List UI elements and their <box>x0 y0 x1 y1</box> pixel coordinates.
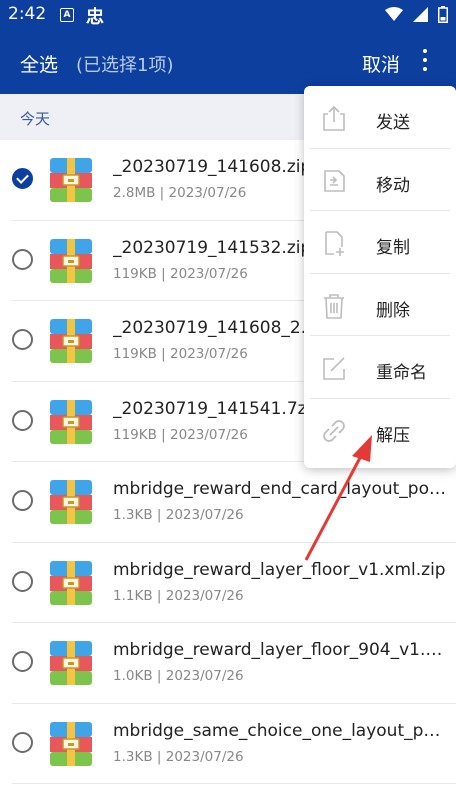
menu-item-copy[interactable]: 复制 <box>304 211 456 274</box>
file-size: 119KB <box>113 265 157 282</box>
file-row[interactable]: mbridge_same_choice_one_layout_portrait.… <box>0 704 456 784</box>
notification-a-icon: A <box>60 8 74 22</box>
checkbox[interactable] <box>12 409 33 431</box>
unzip-link-icon <box>320 417 348 445</box>
file-date: 2023/07/26 <box>170 346 248 362</box>
checkbox[interactable] <box>12 490 33 511</box>
file-date: 2023/07/26 <box>165 587 244 604</box>
file-name: mbridge_reward_layer_floor_v1.xml.zip <box>113 559 446 580</box>
notification-app-icon: 忠 <box>86 7 104 28</box>
file-date: 2023/07/26 <box>165 668 244 684</box>
section-title: 今天 <box>20 110 51 128</box>
file-row[interactable]: mbridge_reward_end_card_layout_portrait.… <box>0 462 456 543</box>
checkbox[interactable] <box>12 651 33 672</box>
signal-icon <box>413 7 428 22</box>
zip-file-icon <box>50 399 92 444</box>
status-bar: 2:42 A 忠 <box>0 0 456 30</box>
file-date: 2023/07/26 <box>165 507 244 523</box>
zip-file-icon <box>50 238 92 283</box>
file-size: 1.3KB <box>113 507 153 523</box>
file-size: 119KB <box>113 426 157 443</box>
menu-label: 解压 <box>376 425 410 446</box>
trash-icon <box>320 292 348 320</box>
more-options-icon[interactable] <box>412 44 438 80</box>
wifi-icon <box>385 7 403 21</box>
move-icon <box>320 167 348 195</box>
rename-icon <box>320 354 348 382</box>
file-size: 1.3KB <box>113 748 153 765</box>
file-meta: 1.1KB | 2023/07/26 <box>113 587 244 604</box>
file-name: mbridge_reward_layer_floor_904_v1.xml.zi… <box>113 640 446 660</box>
file-row[interactable]: mbridge_reward_layer_floor_904_v1.xml.zi… <box>0 623 456 704</box>
selection-toolbar: 全选 (已选择1项) 取消 <box>0 30 456 94</box>
file-date: 2023/07/26 <box>165 748 244 765</box>
copy-icon <box>320 229 348 257</box>
file-date: 2023/07/26 <box>170 265 248 282</box>
zip-file-icon <box>50 319 92 363</box>
file-size: 2.8MB <box>113 185 156 201</box>
cancel-button[interactable]: 取消 <box>362 50 400 77</box>
file-size: 1.1KB <box>113 587 153 604</box>
zip-file-icon <box>50 158 92 202</box>
checkbox[interactable] <box>12 329 33 350</box>
file-meta: 119KB | 2023/07/26 <box>113 426 248 443</box>
menu-label: 复制 <box>376 238 410 258</box>
zip-file-icon <box>50 480 92 524</box>
file-size: 1.0KB <box>113 668 153 684</box>
menu-item-extract[interactable]: 解压 <box>304 399 456 462</box>
share-icon <box>320 104 348 132</box>
select-all-button[interactable]: 全选 <box>20 50 58 77</box>
checkbox[interactable] <box>12 570 33 592</box>
row-divider <box>12 783 456 784</box>
battery-icon <box>438 6 448 23</box>
menu-item-move[interactable]: 移动 <box>304 149 456 211</box>
file-meta: 1.3KB | 2023/07/26 <box>113 507 244 523</box>
file-meta: 1.0KB | 2023/07/26 <box>113 668 244 684</box>
file-name: mbridge_reward_end_card_layout_portrait.… <box>113 479 446 499</box>
file-date: 2023/07/26 <box>170 426 248 443</box>
file-name: mbridge_same_choice_one_layout_portrait.… <box>113 720 446 741</box>
zip-file-icon <box>50 721 92 766</box>
file-meta: 119KB | 2023/07/26 <box>113 346 248 362</box>
file-meta: 1.3KB | 2023/07/26 <box>113 748 244 765</box>
menu-label: 删除 <box>376 300 410 321</box>
menu-item-rename[interactable]: 重命名 <box>304 336 456 399</box>
checkbox-checked[interactable] <box>12 168 33 189</box>
file-date: 2023/07/26 <box>168 185 247 201</box>
selected-count-label: (已选择1项) <box>76 55 174 76</box>
zip-file-icon <box>50 560 92 605</box>
file-row[interactable]: mbridge_reward_layer_floor_v1.xml.zip 1.… <box>0 543 456 623</box>
checkbox[interactable] <box>12 248 33 270</box>
menu-label: 重命名 <box>376 363 427 383</box>
menu-label: 发送 <box>376 113 410 133</box>
menu-item-delete[interactable]: 删除 <box>304 274 456 336</box>
file-size: 119KB <box>113 346 157 362</box>
menu-item-send[interactable]: 发送 <box>304 86 456 149</box>
menu-label: 移动 <box>376 175 410 196</box>
zip-file-icon <box>50 641 92 685</box>
file-meta: 119KB | 2023/07/26 <box>113 265 248 282</box>
status-time: 2:42 <box>8 4 47 24</box>
checkbox[interactable] <box>12 731 33 753</box>
context-menu: 发送 移动 复制 删除 重命名 解压 <box>304 86 456 468</box>
file-meta: 2.8MB | 2023/07/26 <box>113 185 247 201</box>
